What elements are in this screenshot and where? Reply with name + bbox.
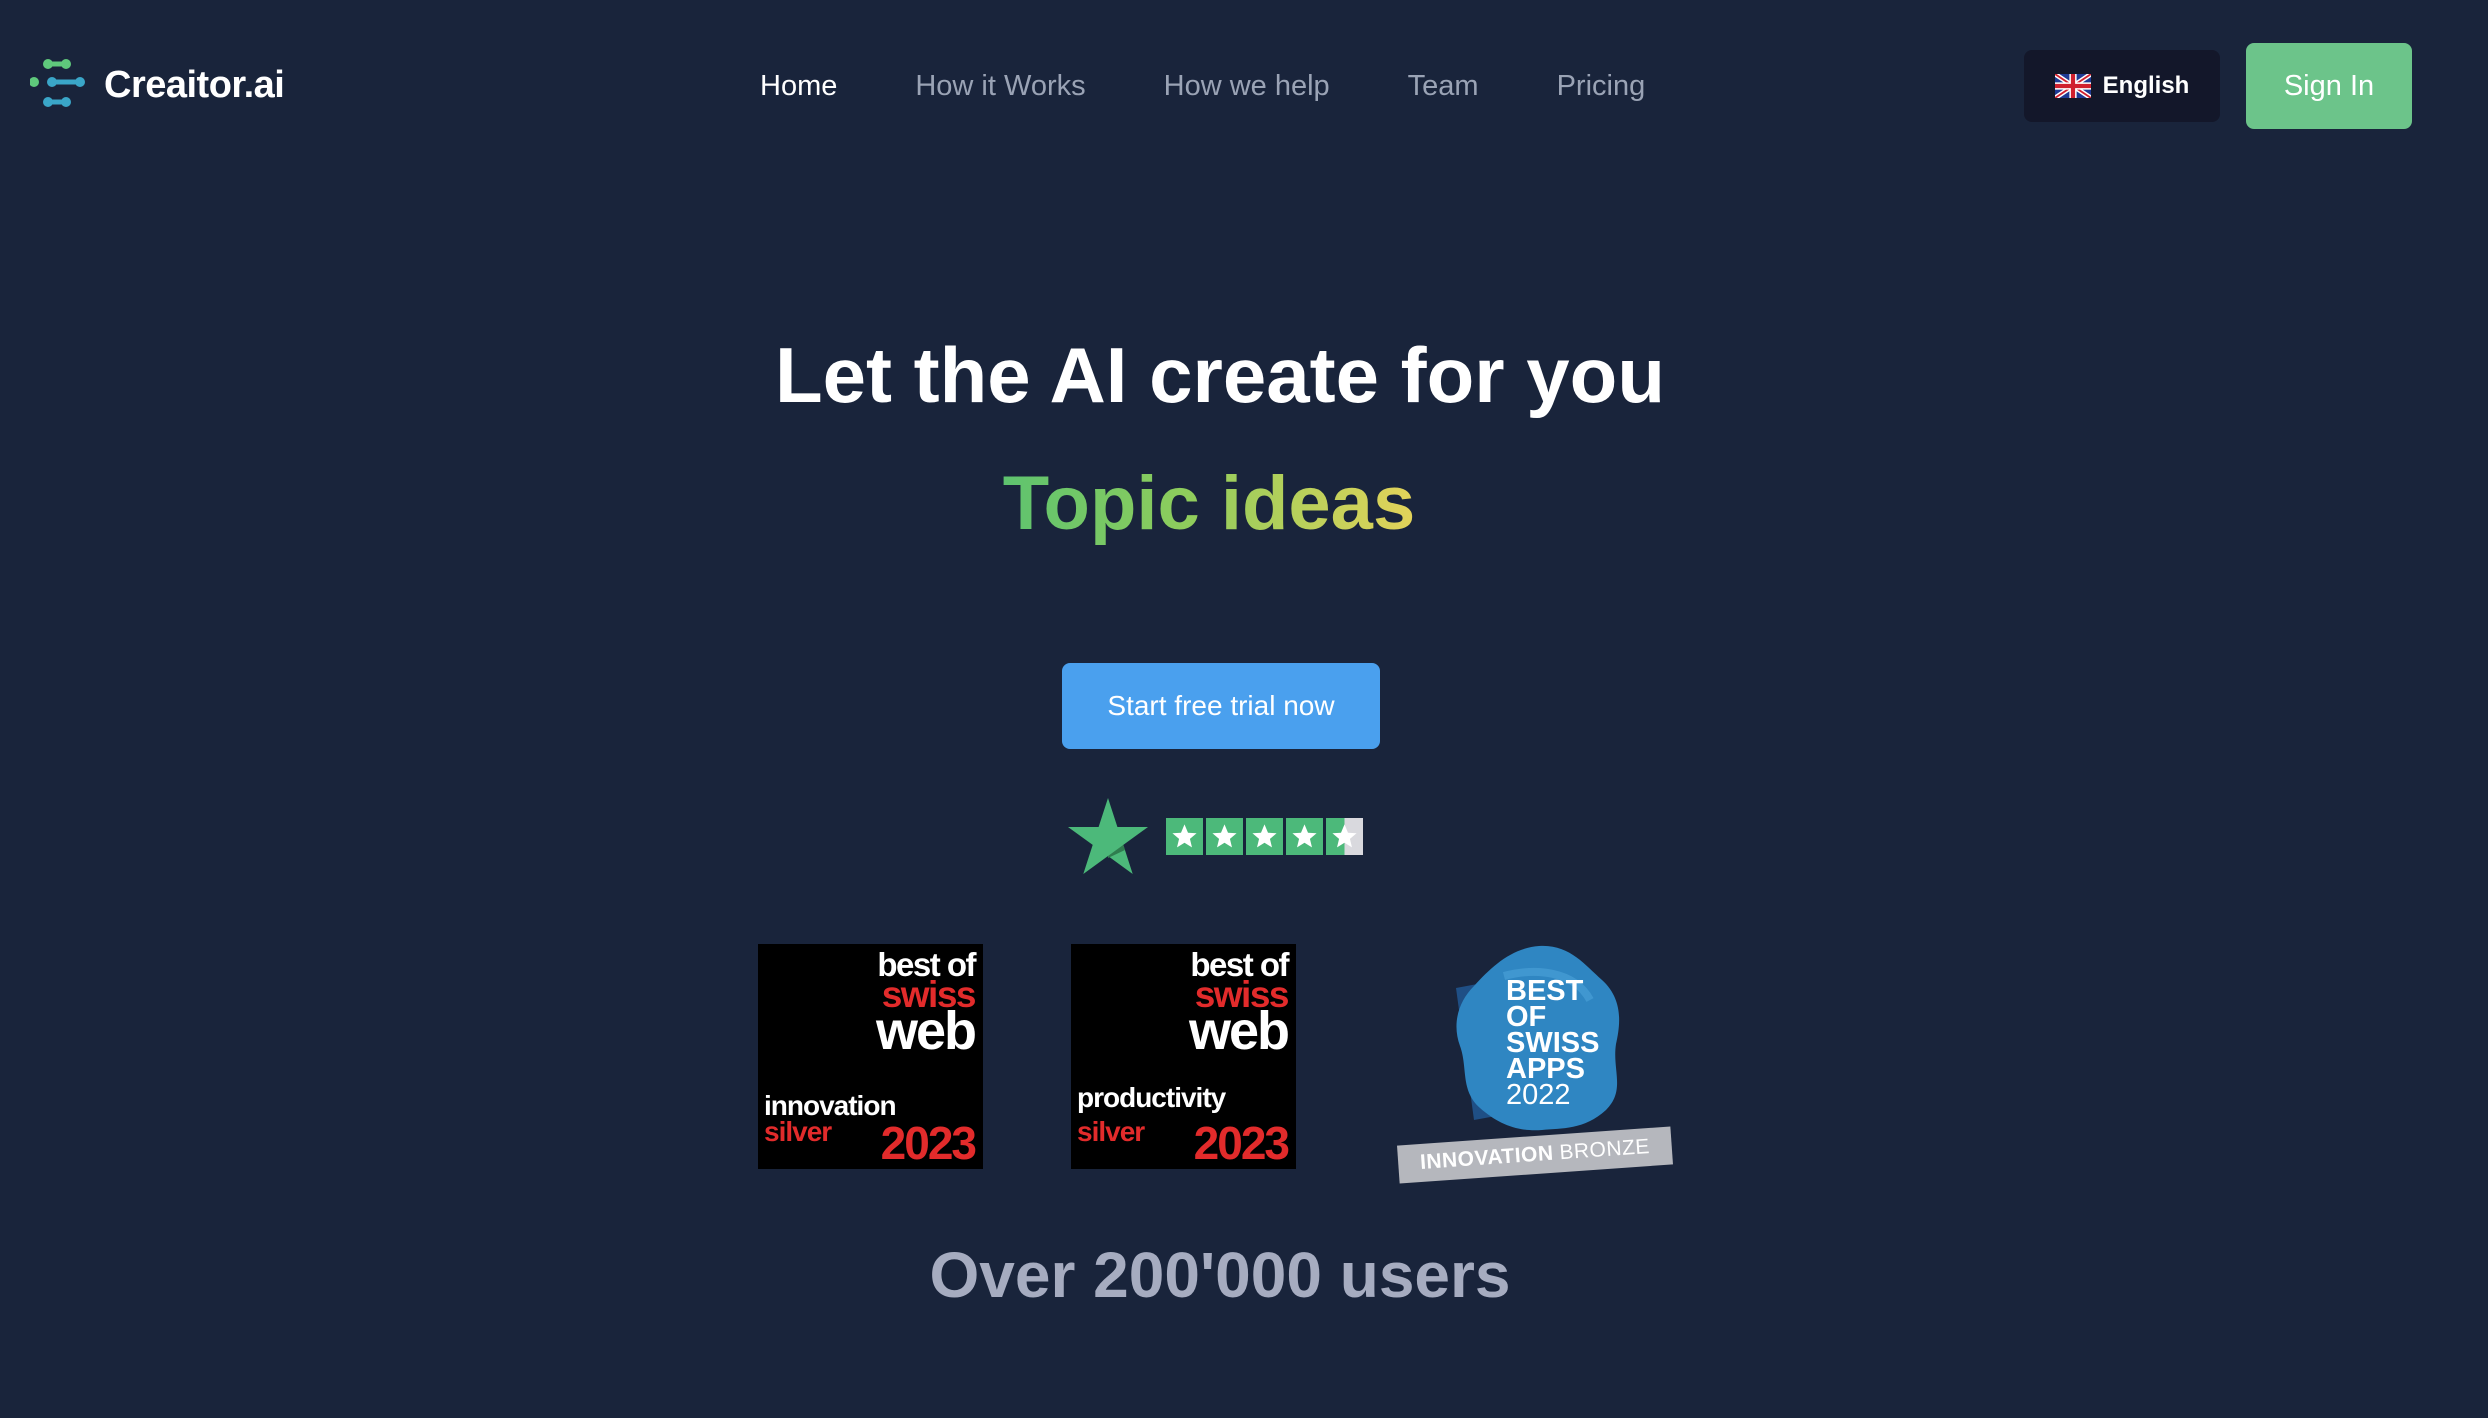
trustpilot-star-icon[interactable] [1068,798,1148,874]
apps-award-year: 2022 [1506,1079,1571,1111]
nav-how-we-help[interactable]: How we help [1164,64,1330,108]
logo-text: Creaitor.ai [104,63,285,106]
apps-award-text: BEST OF SWISS APPS 2022 [1506,977,1599,1111]
trustpilot-rating[interactable] [1166,818,1366,855]
award-level: silver [764,1116,832,1147]
nav-home[interactable]: Home [760,64,837,108]
hero-title: Let the AI create for you [775,331,1665,419]
language-selector[interactable]: English [2024,50,2220,122]
award-year: 2023 [880,1117,977,1169]
rating-star-icon [1286,818,1323,855]
ribbon-bold-text: INNOVATION [1419,1141,1555,1175]
sign-in-button[interactable]: Sign In [2246,43,2412,129]
creaitor-logo-icon [30,59,85,107]
award-line: web [1188,1001,1290,1061]
award-best-of-swiss-web-innovation: best of swiss web innovation silver 2023 [758,944,983,1169]
start-trial-button[interactable]: Start free trial now [1062,663,1380,749]
logo[interactable]: Creaitor.ai [30,58,285,112]
award-line: web [875,1001,977,1061]
rating-star-icon [1246,818,1283,855]
rating-star-half-icon [1326,818,1363,855]
nav-how-it-works[interactable]: How it Works [915,64,1085,108]
language-label: English [2102,72,2190,99]
nav-pricing[interactable]: Pricing [1557,64,1646,108]
award-year: 2023 [1193,1117,1290,1169]
award-level: silver [1077,1116,1145,1147]
hero-rotating-text: Topic ideas [0,460,2418,547]
ribbon-light-text: BRONZE [1558,1134,1651,1165]
rotating-text-gradient: Topic ideas [1002,461,1416,546]
award-best-of-swiss-apps: BEST OF SWISS APPS 2022 INNOVATION BRONZ… [1396,940,1676,1184]
main-nav: Home How it Works How we help Team Prici… [760,64,1723,108]
award-category: productivity [1077,1082,1226,1113]
uk-flag-icon [2054,74,2091,98]
rating-star-icon [1166,818,1203,855]
award-best-of-swiss-web-productivity: best of swiss web productivity silver 20… [1071,944,1296,1169]
nav-team[interactable]: Team [1408,64,1479,108]
rating-star-icon [1206,818,1243,855]
users-count: Over 200'000 users [929,1239,1511,1311]
